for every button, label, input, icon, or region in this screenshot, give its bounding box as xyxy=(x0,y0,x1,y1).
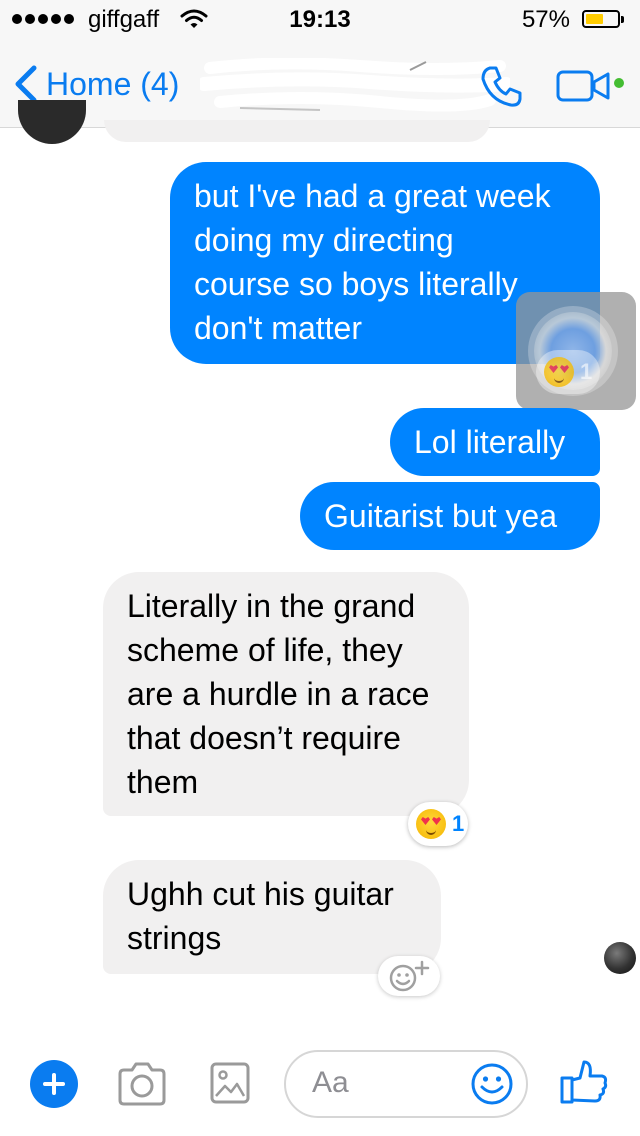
smiley-icon[interactable] xyxy=(470,1062,514,1106)
active-status-dot xyxy=(614,78,624,88)
message-line: that doesn’t require xyxy=(127,720,401,756)
message-line: doing my directing xyxy=(194,222,454,258)
reaction-count: 1 xyxy=(580,359,593,384)
message-line: strings xyxy=(127,920,222,956)
phone-icon[interactable] xyxy=(478,62,526,110)
message-line: them xyxy=(127,764,199,800)
seen-avatar xyxy=(604,942,636,974)
message-line: but I've had a great week xyxy=(194,178,551,214)
reaction-chip[interactable]: 1 xyxy=(536,350,600,394)
message-line: are a hurdle in a race xyxy=(127,676,430,712)
add-reaction-button[interactable] xyxy=(378,956,440,996)
battery-icon xyxy=(582,10,624,28)
message-line: Lol literally xyxy=(414,424,566,460)
composer-bar: Aa xyxy=(0,1028,640,1136)
messenger-screen: giffgaff 19:13 57% Home (4) but I've had… xyxy=(0,0,640,1136)
camera-icon[interactable] xyxy=(116,1062,168,1106)
message-line: scheme of life, they xyxy=(127,632,403,668)
reaction-count: 1 xyxy=(452,811,465,836)
heart-eyes-emoji-icon xyxy=(416,809,446,839)
outgoing-message[interactable]: Guitarist but yea xyxy=(300,482,600,550)
back-label: Home (4) xyxy=(46,65,180,102)
image-icon[interactable] xyxy=(210,1062,250,1104)
plus-icon[interactable] xyxy=(30,1060,78,1108)
message-line: Literally in the grand xyxy=(127,588,416,624)
message-input[interactable]: Aa xyxy=(284,1050,528,1118)
add-reaction-icon xyxy=(389,960,430,992)
heart-eyes-emoji-icon xyxy=(544,357,574,387)
conversation-header: Home (4) xyxy=(0,40,640,128)
incoming-message[interactable]: Literally in the grand scheme of life, t… xyxy=(103,572,469,816)
video-camera-icon[interactable] xyxy=(556,68,614,104)
input-placeholder: Aa xyxy=(312,1066,349,1099)
redacted-contact-name xyxy=(200,58,510,112)
chevron-left-icon xyxy=(15,65,37,103)
thumbs-up-icon[interactable] xyxy=(560,1058,608,1104)
contact-avatar xyxy=(18,100,86,144)
reaction-chip[interactable]: 1 xyxy=(408,802,468,846)
message-line: Guitarist but yea xyxy=(324,498,557,534)
previous-message-bubble xyxy=(104,120,490,142)
outgoing-message[interactable]: Lol literally xyxy=(390,408,600,476)
battery-percentage: 57% xyxy=(521,6,570,33)
status-bar: giffgaff 19:13 57% xyxy=(0,0,640,40)
message-line: Ughh cut his guitar xyxy=(127,876,394,912)
